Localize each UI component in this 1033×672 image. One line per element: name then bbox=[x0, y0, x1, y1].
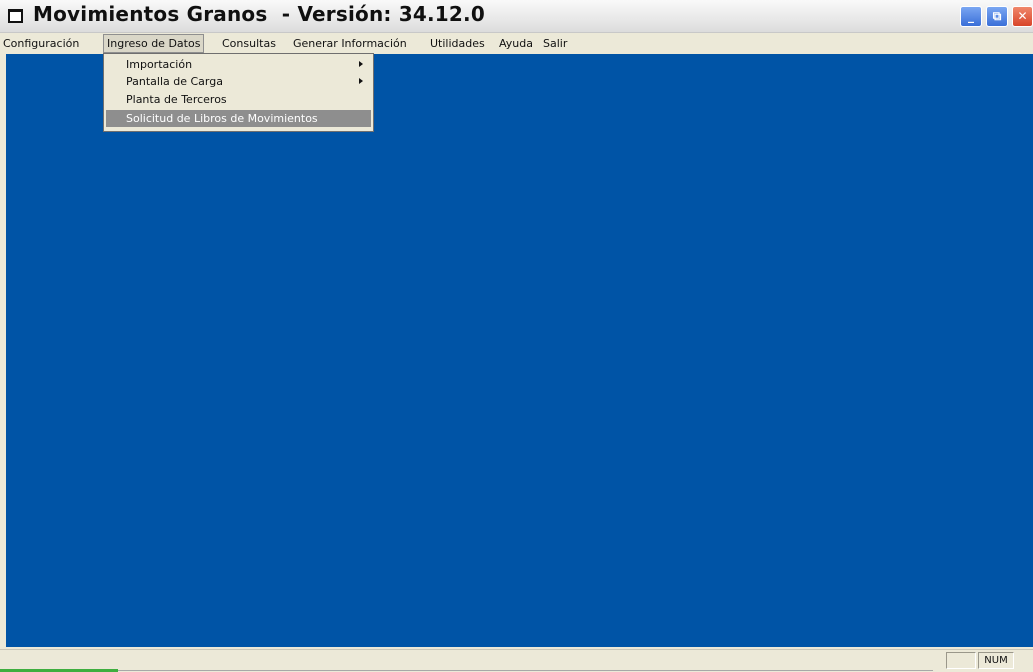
num-lock-indicator: NUM bbox=[978, 652, 1014, 669]
mdi-client-area bbox=[6, 54, 1033, 647]
submenu-arrow-icon bbox=[359, 78, 363, 84]
dropdown-item-label: Solicitud de Libros de Movimientos bbox=[126, 112, 318, 125]
menu-bar: Configuración Ingreso de Datos Consultas… bbox=[0, 34, 1033, 53]
menu-salir[interactable]: Salir bbox=[540, 34, 570, 53]
restore-button[interactable]: ⧉ bbox=[986, 6, 1008, 27]
status-pane-empty bbox=[946, 652, 976, 669]
window-menu-icon[interactable] bbox=[8, 9, 23, 23]
submenu-arrow-icon bbox=[359, 61, 363, 67]
title-bar[interactable]: Movimientos Granos - Versión: 34.12.0 _ … bbox=[0, 0, 1033, 33]
dropdown-item-solicitud-de-libros[interactable]: Solicitud de Libros de Movimientos bbox=[106, 110, 371, 127]
dropdown-item-label: Planta de Terceros bbox=[126, 93, 227, 106]
dropdown-item-label: Importación bbox=[126, 58, 193, 71]
dropdown-item-planta-de-terceros[interactable]: Planta de Terceros bbox=[106, 91, 371, 108]
ingreso-de-datos-dropdown: Importación Pantalla de Carga Planta de … bbox=[103, 53, 374, 132]
status-bar: NUM bbox=[0, 649, 1033, 672]
menu-utilidades[interactable]: Utilidades bbox=[427, 34, 488, 53]
window-title: Movimientos Granos - Versión: 34.12.0 bbox=[33, 2, 485, 26]
status-divider bbox=[118, 670, 933, 671]
minimize-button[interactable]: _ bbox=[960, 6, 982, 27]
dropdown-item-label: Pantalla de Carga bbox=[126, 75, 223, 88]
menu-ayuda[interactable]: Ayuda bbox=[496, 34, 536, 53]
menu-configuracion[interactable]: Configuración bbox=[0, 34, 82, 53]
close-button[interactable]: ✕ bbox=[1012, 6, 1033, 27]
menu-ingreso-de-datos[interactable]: Ingreso de Datos bbox=[103, 34, 205, 53]
menu-consultas[interactable]: Consultas bbox=[219, 34, 279, 53]
menu-generar-informacion[interactable]: Generar Información bbox=[290, 34, 410, 53]
dropdown-item-importacion[interactable]: Importación bbox=[106, 56, 371, 73]
dropdown-item-pantalla-de-carga[interactable]: Pantalla de Carga bbox=[106, 73, 371, 90]
